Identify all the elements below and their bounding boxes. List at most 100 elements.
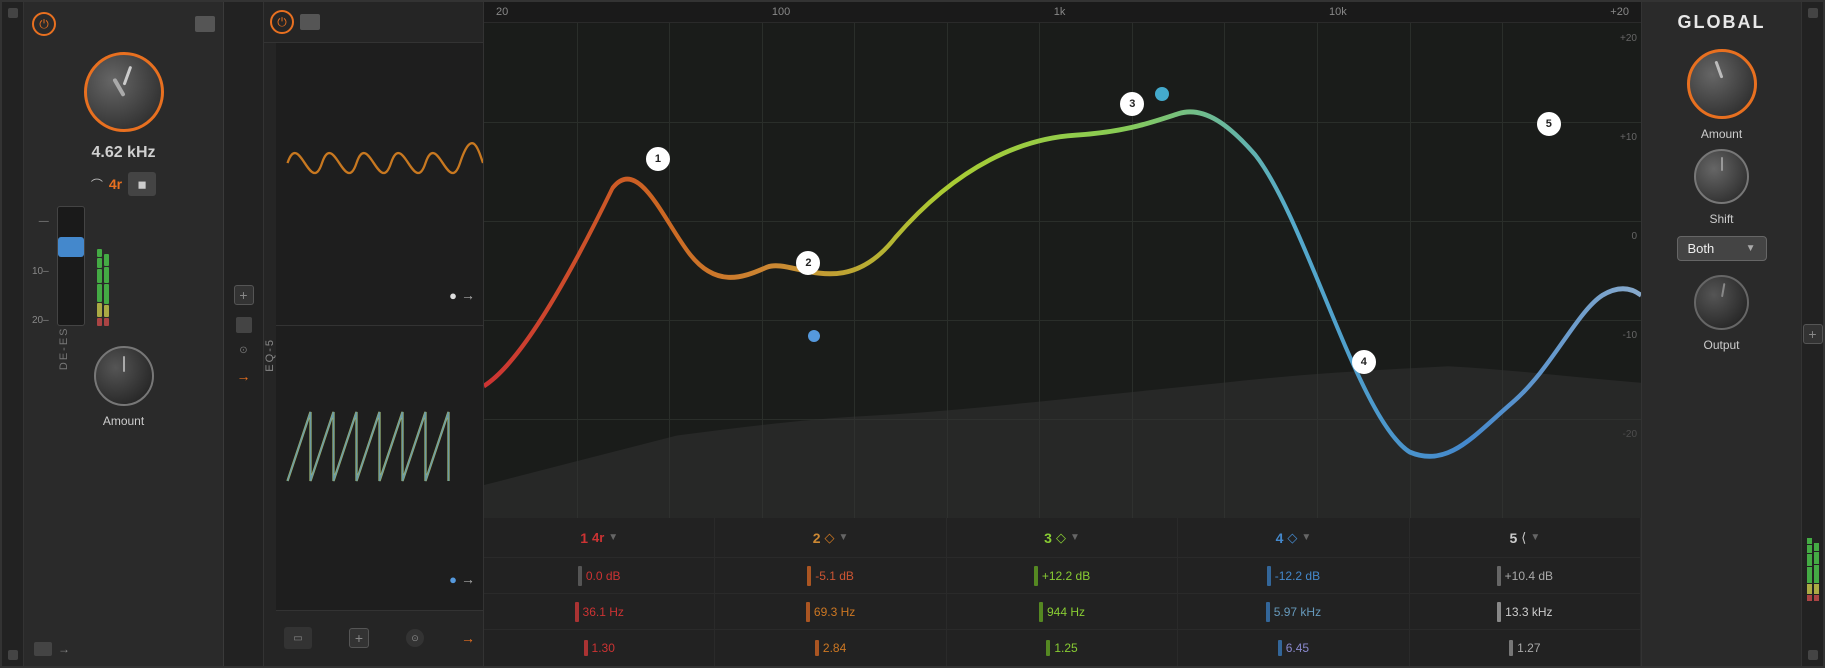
freq-label-10k: 10k	[1329, 6, 1347, 18]
db-value-5[interactable]: +10.4 dB	[1505, 569, 1553, 583]
control-point-4[interactable]: 4	[1352, 350, 1376, 374]
de-esser-folder-icon[interactable]	[195, 16, 215, 32]
band-5-type[interactable]: ⟨	[1521, 530, 1526, 546]
eq-panel: ⏻ EQ-5 ● →	[264, 2, 484, 666]
freq-cell-4: 5.97 kHz	[1178, 594, 1409, 629]
de-esser-freq-display: 4.62 kHz	[91, 144, 155, 162]
de-esser-io-icon[interactable]	[34, 642, 52, 656]
both-dropdown-arrow: ▼	[1746, 243, 1756, 254]
q-meter-2	[815, 640, 819, 656]
add-left-button[interactable]: +	[234, 285, 254, 305]
db-meter-3	[1034, 566, 1038, 586]
global-amount-knob[interactable]	[1687, 49, 1757, 119]
global-shift-knob[interactable]	[1694, 149, 1749, 204]
eq-add-button[interactable]: +	[349, 628, 369, 648]
eq-thumb-add: ▭ + ⊙ →	[276, 610, 483, 666]
band-3-num[interactable]: 3	[1044, 530, 1052, 546]
db-meter-5	[1497, 566, 1501, 586]
de-esser-filter-controls: ⌒ 4r ◼	[91, 172, 156, 196]
control-point-5[interactable]: 5	[1537, 112, 1561, 136]
control-point-2[interactable]: 2	[796, 251, 820, 275]
eq-circle-icon[interactable]: ⊙	[406, 629, 424, 647]
mini-icon-1[interactable]	[236, 317, 252, 333]
freq-cell-2: 69.3 Hz	[715, 594, 946, 629]
band-2-num[interactable]: 2	[813, 530, 821, 546]
freq-value-4[interactable]: 5.97 kHz	[1274, 605, 1321, 619]
filter-low-icon[interactable]: ⌒	[91, 176, 103, 193]
band-5-num[interactable]: 5	[1509, 530, 1517, 546]
band-4-type[interactable]: ◇	[1287, 530, 1297, 546]
q-cell-3: 1.25	[947, 630, 1178, 666]
control-point-2-dot[interactable]	[808, 330, 820, 342]
eq-screen-icon[interactable]: ▭	[284, 627, 312, 649]
band-1-num[interactable]: 1	[580, 530, 588, 546]
eq-power-button[interactable]: ⏻	[270, 10, 294, 34]
de-esser-amount-knob[interactable]	[94, 346, 154, 406]
global-both-dropdown[interactable]: Both ▼	[1677, 236, 1767, 261]
q-value-5[interactable]: 1.27	[1517, 641, 1540, 655]
monitor-button[interactable]: ◼	[128, 172, 156, 196]
filter-type-icon[interactable]: 4r	[109, 176, 122, 192]
fader-handle[interactable]	[58, 237, 84, 257]
q-cell-1: 1.30	[484, 630, 715, 666]
band-2-dropdown[interactable]: ▼	[839, 532, 849, 543]
q-value-2[interactable]: 2.84	[823, 641, 846, 655]
freq-meter-1	[575, 602, 579, 622]
de-esser-freq-knob[interactable]	[84, 52, 164, 132]
db-meter-1	[578, 566, 582, 586]
band-3-type[interactable]: ◇	[1056, 530, 1066, 546]
freq-meter-4	[1266, 602, 1270, 622]
db-value-4[interactable]: -12.2 dB	[1275, 569, 1320, 583]
left-arrow-icon[interactable]: →	[237, 368, 251, 384]
band-cell-2: 2 ◇ ▼	[715, 518, 946, 557]
mini-icon-2[interactable]: ⊙	[239, 345, 247, 356]
freq-value-2[interactable]: 69.3 Hz	[814, 605, 855, 619]
de-esser-meters	[97, 216, 109, 326]
freq-value-3[interactable]: 944 Hz	[1047, 605, 1085, 619]
left-strip-dot-bottom	[8, 650, 18, 660]
global-title: GLOBAL	[1678, 12, 1766, 33]
q-value-1[interactable]: 1.30	[592, 641, 615, 655]
band-2-type[interactable]: ◇	[825, 530, 835, 546]
db-cell-1: 0.0 dB	[484, 558, 715, 593]
db-value-1[interactable]: 0.0 dB	[586, 569, 621, 583]
q-meter-1	[584, 640, 588, 656]
q-value-3[interactable]: 1.25	[1054, 641, 1077, 655]
band-cell-3: 3 ◇ ▼	[947, 518, 1178, 557]
freq-label-20: 20	[496, 6, 508, 18]
eq-graph[interactable]: +20 +10 0 -10 -20	[484, 23, 1641, 518]
freq-cell-5: 13.3 kHz	[1410, 594, 1641, 629]
eq-folder-icon[interactable]	[300, 14, 320, 30]
band-3-dropdown[interactable]: ▼	[1070, 532, 1080, 543]
band-4-num[interactable]: 4	[1276, 530, 1284, 546]
band-4-dropdown[interactable]: ▼	[1301, 532, 1311, 543]
both-label: Both	[1688, 241, 1715, 256]
band-1-dropdown[interactable]: ▼	[608, 532, 618, 543]
de-esser-header: ⏻	[32, 12, 215, 36]
freq-value-1[interactable]: 36.1 Hz	[583, 605, 624, 619]
eq-thumb-top[interactable]: ● →	[276, 43, 483, 326]
band-5-dropdown[interactable]: ▼	[1530, 532, 1540, 543]
db-value-2[interactable]: -5.1 dB	[815, 569, 854, 583]
freq-value-5[interactable]: 13.3 kHz	[1505, 605, 1552, 619]
band-numbers-row: 1 4r ▼ 2 ◇ ▼ 3 ◇ ▼ 4 ◇ ▼	[484, 518, 1641, 558]
control-point-1[interactable]: 1	[646, 147, 670, 171]
band-1-type[interactable]: 4r	[592, 530, 604, 545]
global-output-knob[interactable]	[1694, 275, 1749, 330]
freq-values-row: 36.1 Hz 69.3 Hz 944 Hz 5.97 kHz 13.3 kHz	[484, 594, 1641, 630]
q-meter-4	[1278, 640, 1282, 656]
global-meters	[1807, 67, 1819, 601]
de-esser-arrow-icon[interactable]: →	[58, 642, 70, 656]
band-cell-1: 1 4r ▼	[484, 518, 715, 557]
threshold-fader[interactable]	[57, 206, 85, 326]
thumb-bottom-arrow: →	[461, 571, 475, 587]
eq-thumb-bottom[interactable]: ● →	[276, 326, 483, 609]
eq-controls-section: 1 4r ▼ 2 ◇ ▼ 3 ◇ ▼ 4 ◇ ▼	[484, 518, 1641, 666]
q-cell-2: 2.84	[715, 630, 946, 666]
db-value-3[interactable]: +12.2 dB	[1042, 569, 1090, 583]
de-esser-power-button[interactable]: ⏻	[32, 12, 56, 36]
right-strip-dot-bottom	[1808, 650, 1818, 660]
q-value-4[interactable]: 6.45	[1286, 641, 1309, 655]
eq-arrow-icon[interactable]: →	[461, 630, 475, 646]
db-cell-4: -12.2 dB	[1178, 558, 1409, 593]
